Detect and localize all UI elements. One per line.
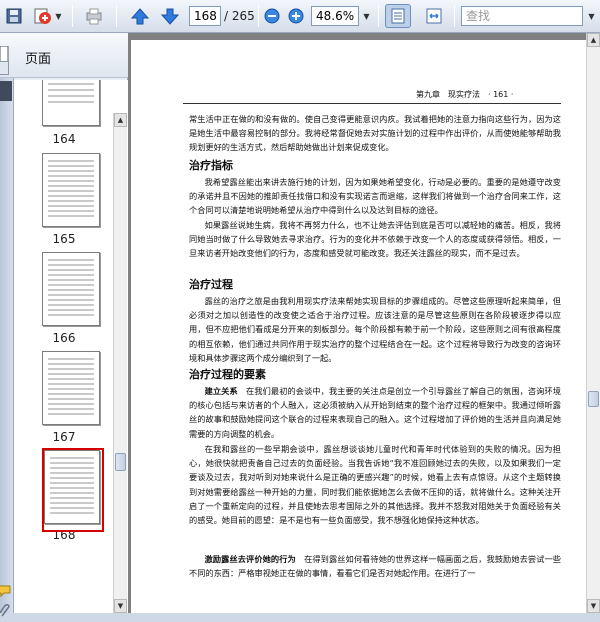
section-heading: 治疗指标 (189, 159, 233, 172)
collapse-tab[interactable] (0, 61, 9, 75)
fit-width-icon[interactable] (421, 4, 447, 28)
paragraph-lead: 激励露丝去评价她的行为 (204, 554, 296, 564)
page-thumbnail-166[interactable] (42, 252, 100, 326)
zoom-level-input[interactable]: 48.6% (311, 6, 359, 26)
scrollbar-thumb[interactable] (588, 391, 599, 407)
document-page: 第九章 现实疗法 · 161 · 常生活中正在做的和没有做的。使自己变得更能意识… (131, 40, 586, 613)
scroll-down-icon[interactable]: ▼ (114, 599, 127, 613)
page-thumbnail-165[interactable] (42, 153, 100, 227)
navigation-strip (0, 78, 14, 617)
header-rule (183, 103, 561, 104)
scroll-up-icon[interactable]: ▲ (587, 33, 600, 47)
document-viewport: 第九章 现实疗法 · 161 · 常生活中正在做的和没有做的。使自己变得更能意识… (128, 33, 586, 613)
pages-panel-title: 页面 (25, 52, 52, 67)
page-number-input[interactable]: 168 (189, 6, 221, 26)
main-toolbar: ▼ 168 / 265 48.6% ▼ 查找 ▼ (0, 0, 600, 33)
selected-thumbnail-frame (42, 448, 104, 532)
zoom-in-icon[interactable] (287, 4, 305, 28)
prev-page-icon[interactable] (128, 4, 152, 28)
share-icon[interactable]: ▼ (28, 4, 66, 28)
section-heading: 治疗过程 (189, 278, 233, 291)
section-heading: 治疗过程的要素 (189, 368, 266, 381)
search-input[interactable]: 查找 (461, 6, 583, 26)
paragraph: 常生活中正在做的和没有做的。使自己变得更能意识内疚。我试着把她的注意力指向这些行… (189, 114, 561, 153)
fit-page-icon[interactable] (385, 4, 411, 28)
print-icon[interactable] (82, 4, 106, 28)
search-dropdown-icon[interactable]: ▼ (585, 4, 597, 28)
zoom-out-icon[interactable] (263, 4, 281, 28)
paragraph-text: 在我们最初的会谈中，我主要的关注点是创立一个引导露丝了解自己的氛围，咨询环境的核… (189, 386, 561, 439)
paragraph-lead: 建立关系 (204, 386, 238, 396)
pages-panel-header: 页面 (0, 33, 128, 78)
paragraph: 在我和露丝的一些早期会谈中，露丝想谈谈她儿童时代和青年时代体验到的失败的情况。因… (189, 444, 561, 526)
next-page-icon[interactable] (158, 4, 182, 28)
paragraph: 我希望露丝能出来讲去施行她的计划，因为如果她希望变化，行动是必要的。重要的是她遵… (189, 177, 561, 216)
zoom-dropdown-icon[interactable]: ▼ (360, 4, 372, 28)
paragraph: 露丝的治疗之旅是由我利用现实疗法来帮她实现目标的步骤组成的。尽管这些原理听起来简… (189, 296, 561, 363)
scroll-down-icon[interactable]: ▼ (587, 599, 600, 613)
comment-icon[interactable] (0, 583, 12, 602)
thumbnail-scrollbar[interactable]: ▲ ▼ (113, 113, 127, 613)
thumbnail-label: 166 (52, 331, 76, 345)
chevron-down-icon[interactable]: ▼ (55, 12, 61, 21)
thumbnail-label: 167 (52, 430, 76, 444)
page-thumbnail-164[interactable] (42, 80, 100, 126)
scroll-up-icon[interactable]: ▲ (114, 113, 127, 127)
page-thumbnail-167[interactable] (42, 351, 100, 425)
pages-tab-icon[interactable] (0, 81, 12, 101)
running-header: 第九章 现实疗法 · 161 · (416, 90, 514, 99)
total-pages-label: / 265 (224, 9, 255, 23)
paragraph: 如果露丝说她生病，我将不再努力什么，也不让她去评估到底是否可以减轻她的痛苦。相反… (189, 220, 561, 259)
paragraph: 建立关系 在我们最初的会谈中，我主要的关注点是创立一个引导露丝了解自己的氛围，咨… (189, 384, 561, 441)
document-scrollbar[interactable]: ▲ ▼ (586, 33, 600, 613)
thumbnail-list: 164 165 166 167 168 (14, 80, 128, 613)
paragraph: 激励露丝去评价她的行为 在得到露丝如何看待她的世界这样一幅画面之后，我鼓励她去尝… (189, 552, 561, 580)
save-icon[interactable] (2, 4, 26, 28)
scrollbar-thumb[interactable] (115, 453, 126, 471)
thumbnail-label: 164 (52, 132, 76, 146)
thumbnail-label: 165 (52, 232, 76, 246)
